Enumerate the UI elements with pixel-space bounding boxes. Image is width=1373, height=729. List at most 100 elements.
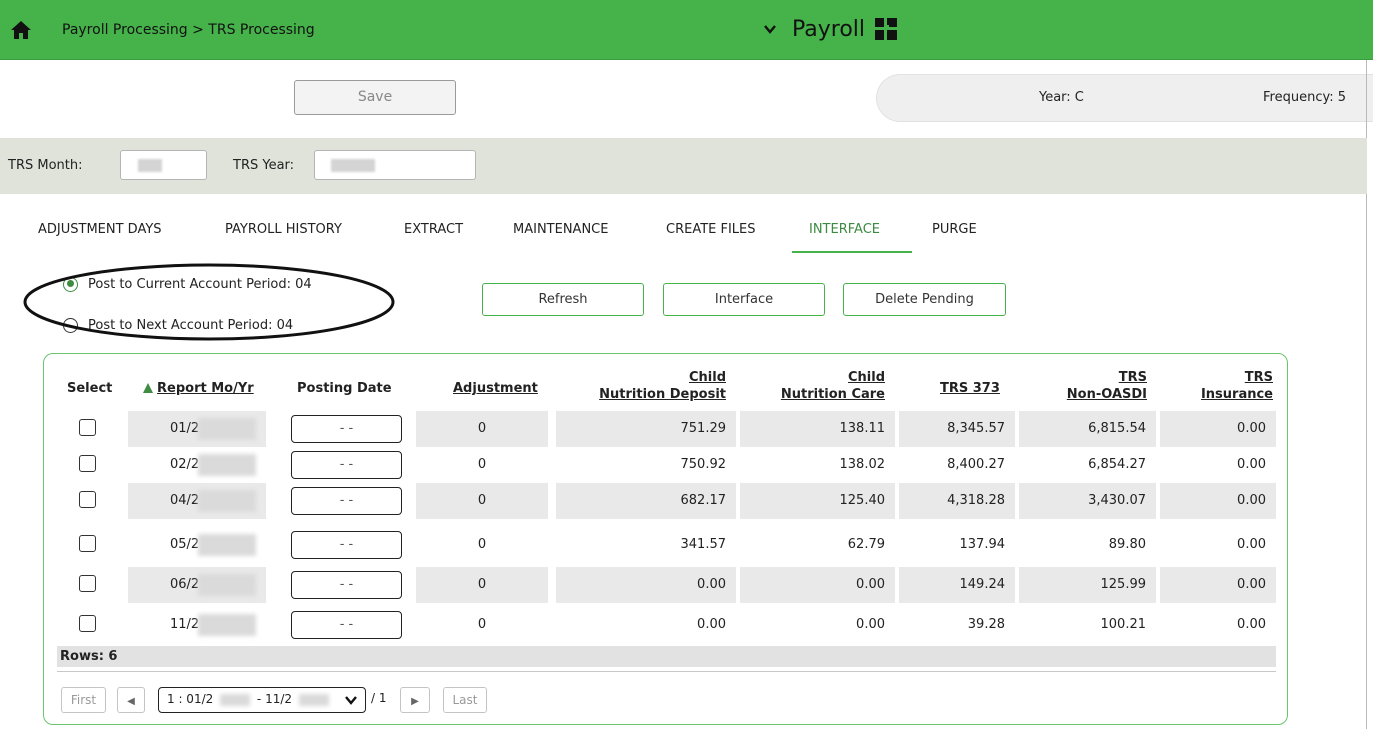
tab-maintenance[interactable]: MAINTENANCE	[513, 222, 608, 237]
cell-trs-373: 39.28	[899, 607, 1015, 643]
cell-adjustment: 0	[416, 567, 548, 603]
cell-adjustment: 0	[416, 607, 548, 643]
prev-page-button[interactable]: ◀	[117, 687, 145, 713]
refresh-button[interactable]: Refresh	[482, 283, 644, 316]
cell-trs-373: 8,400.27	[899, 447, 1015, 483]
posting-date-input[interactable]: - -	[291, 487, 402, 515]
radio-current-label: Post to Current Account Period: 04	[88, 276, 312, 292]
trs-month-label: TRS Month:	[8, 158, 83, 173]
row-select-checkbox[interactable]	[79, 455, 96, 472]
redacted-value	[331, 159, 375, 172]
row-select-checkbox[interactable]	[79, 491, 96, 508]
home-icon[interactable]	[10, 20, 32, 40]
cell-trs-373: 4,318.28	[899, 483, 1015, 519]
tab-purge[interactable]: PURGE	[932, 222, 977, 237]
cell-trs-non-oasdi: 125.99	[1019, 567, 1156, 603]
tab-create-files[interactable]: CREATE FILES	[666, 222, 756, 237]
redacted-value	[298, 693, 329, 706]
info-panel: Year: C Frequency: 5	[876, 74, 1373, 122]
header-posting-date: Posting Date	[297, 381, 392, 396]
cell-nutrition-care: 0.00	[740, 567, 895, 603]
sort-ascending-icon	[143, 383, 153, 393]
breadcrumb: Payroll Processing > TRS Processing	[62, 22, 315, 38]
header-line: Nutrition Care	[780, 387, 885, 402]
cell-trs-373: 8,345.57	[899, 411, 1015, 447]
radio-current-period[interactable]: Post to Current Account Period: 04	[63, 275, 312, 293]
apps-grid-icon[interactable]	[875, 18, 898, 40]
cell-trs-insurance: 0.00	[1160, 607, 1276, 643]
radio-button[interactable]	[63, 317, 78, 333]
row-select-checkbox[interactable]	[79, 575, 96, 592]
cell-adjustment: 0	[416, 411, 548, 447]
redacted-value	[198, 490, 256, 512]
cell-trs-non-oasdi: 89.80	[1019, 527, 1156, 563]
posting-date-input[interactable]: - -	[291, 531, 402, 559]
header-adjustment[interactable]: Adjustment	[453, 380, 538, 397]
cell-nutrition-deposit: 682.17	[556, 483, 736, 519]
header-line: TRS	[1118, 370, 1147, 385]
first-page-button[interactable]: First	[61, 687, 106, 713]
header-trs-non-oasdi[interactable]: TRS Non-OASDI	[1020, 369, 1147, 403]
row-select-checkbox[interactable]	[79, 615, 96, 632]
cell-trs-insurance: 0.00	[1160, 447, 1276, 483]
save-button[interactable]: Save	[294, 80, 456, 115]
chevron-left-icon: ◀	[127, 696, 135, 707]
interface-button[interactable]: Interface	[663, 283, 825, 316]
cell-trs-insurance: 0.00	[1160, 527, 1276, 563]
cell-nutrition-care: 62.79	[740, 527, 895, 563]
tab-extract[interactable]: EXTRACT	[404, 222, 463, 237]
cell-adjustment: 0	[416, 527, 548, 563]
range-start: 1 : 01/2	[167, 692, 214, 706]
radio-next-period[interactable]: Post to Next Account Period: 04	[63, 316, 293, 334]
cell-trs-insurance: 0.00	[1160, 483, 1276, 519]
breadcrumb-text[interactable]: Payroll Processing > TRS Processing	[62, 22, 315, 38]
page-total: / 1	[371, 691, 387, 705]
chevron-down-icon	[345, 696, 357, 705]
posting-date-input[interactable]: - -	[291, 415, 402, 443]
cell-trs-insurance: 0.00	[1160, 411, 1276, 447]
page-range-select[interactable]: 1 : 01/2 - 11/2	[158, 687, 366, 713]
redacted-value	[138, 159, 162, 172]
filter-band: TRS Month: TRS Year:	[0, 138, 1367, 194]
cell-trs-non-oasdi: 100.21	[1019, 607, 1156, 643]
cell-trs-non-oasdi: 6,854.27	[1019, 447, 1156, 483]
delete-pending-button[interactable]: Delete Pending	[843, 283, 1006, 316]
posting-date-input[interactable]: - -	[291, 611, 402, 639]
tab-payroll-history[interactable]: PAYROLL HISTORY	[225, 222, 342, 237]
row-select-checkbox[interactable]	[79, 419, 96, 436]
chevron-right-icon: ▶	[411, 696, 419, 707]
cell-nutrition-care: 125.40	[740, 483, 895, 519]
tab-interface[interactable]: INTERFACE	[809, 222, 880, 237]
cell-nutrition-deposit: 751.29	[556, 411, 736, 447]
header-trs-insurance[interactable]: TRS Insurance	[1160, 369, 1273, 403]
header-trs-373[interactable]: TRS 373	[940, 380, 1000, 397]
header-report-cell[interactable]: Report Mo/Yr	[143, 380, 254, 397]
cell-trs-insurance: 0.00	[1160, 567, 1276, 603]
last-page-button[interactable]: Last	[443, 687, 487, 713]
trs-year-field[interactable]	[314, 150, 476, 180]
redacted-value	[198, 534, 256, 556]
trs-month-field[interactable]	[120, 150, 207, 180]
header-report-mo-yr[interactable]: Report Mo/Yr	[157, 381, 254, 396]
tab-adjustment-days[interactable]: ADJUSTMENT DAYS	[38, 222, 162, 237]
cell-nutrition-deposit: 341.57	[556, 527, 736, 563]
next-page-button[interactable]: ▶	[400, 687, 430, 713]
header-child-nutrition-care[interactable]: Child Nutrition Care	[740, 369, 885, 403]
header-select: Select	[67, 381, 113, 396]
cell-trs-non-oasdi: 3,430.07	[1019, 483, 1156, 519]
cell-nutrition-deposit: 0.00	[556, 567, 736, 603]
row-select-checkbox[interactable]	[79, 535, 96, 552]
chevron-down-icon	[764, 25, 776, 34]
top-bar: Payroll Processing > TRS Processing Payr…	[0, 0, 1373, 60]
module-selector[interactable]: Payroll	[762, 14, 898, 44]
trs-year-label: TRS Year:	[233, 158, 295, 173]
cell-nutrition-care: 138.11	[740, 411, 895, 447]
cell-trs-373: 149.24	[899, 567, 1015, 603]
range-end: - 11/2	[256, 692, 293, 706]
cell-adjustment: 0	[416, 483, 548, 519]
posting-date-input[interactable]: - -	[291, 571, 402, 599]
header-child-nutrition-deposit[interactable]: Child Nutrition Deposit	[556, 369, 726, 403]
radio-button-selected[interactable]	[63, 276, 78, 292]
posting-date-input[interactable]: - -	[291, 451, 402, 479]
active-tab-indicator	[792, 251, 912, 253]
